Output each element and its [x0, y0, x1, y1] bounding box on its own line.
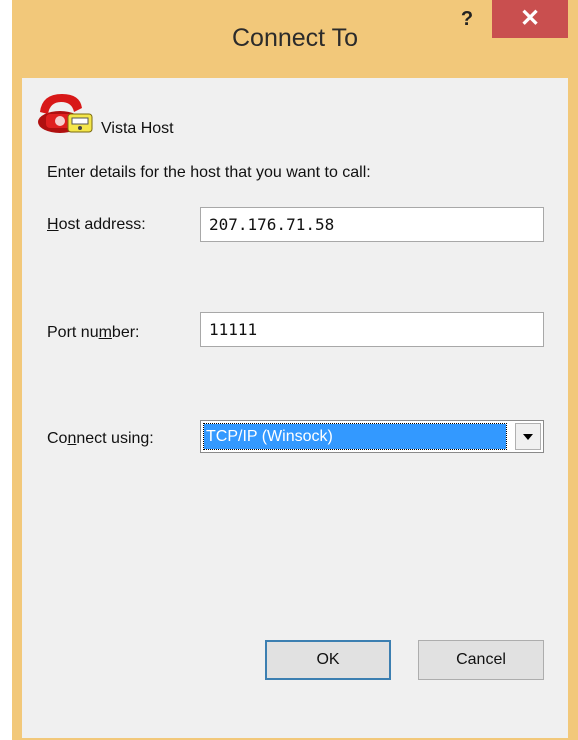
host-name: Vista Host — [101, 120, 174, 137]
connect-using-label: Connect using: — [47, 430, 154, 447]
instructions-text: Enter details for the host that you want… — [47, 164, 371, 181]
ok-button[interactable]: OK — [265, 640, 391, 680]
chevron-down-icon — [523, 434, 533, 440]
connect-using-value: TCP/IP (Winsock) — [203, 423, 507, 450]
close-button[interactable]: ✕ — [492, 0, 568, 38]
port-number-input[interactable]: 11111 — [200, 312, 544, 347]
dialog-window: Connect To ? ✕ Vista Host Enter details … — [12, 0, 578, 740]
phone-icon — [38, 94, 93, 133]
close-icon: ✕ — [519, 5, 541, 32]
title-bar[interactable]: Connect To ? ✕ — [12, 0, 578, 78]
host-address-input[interactable]: 207.176.71.58 — [200, 207, 544, 242]
connect-using-select[interactable]: TCP/IP (Winsock) — [200, 420, 544, 453]
dialog-body: Vista Host Enter details for the host th… — [22, 78, 568, 738]
host-address-label: Host address: — [47, 216, 146, 233]
cancel-button[interactable]: Cancel — [418, 640, 544, 680]
port-number-label: Port number: — [47, 324, 140, 341]
help-button[interactable]: ? — [452, 6, 482, 32]
dropdown-button[interactable] — [515, 423, 541, 450]
